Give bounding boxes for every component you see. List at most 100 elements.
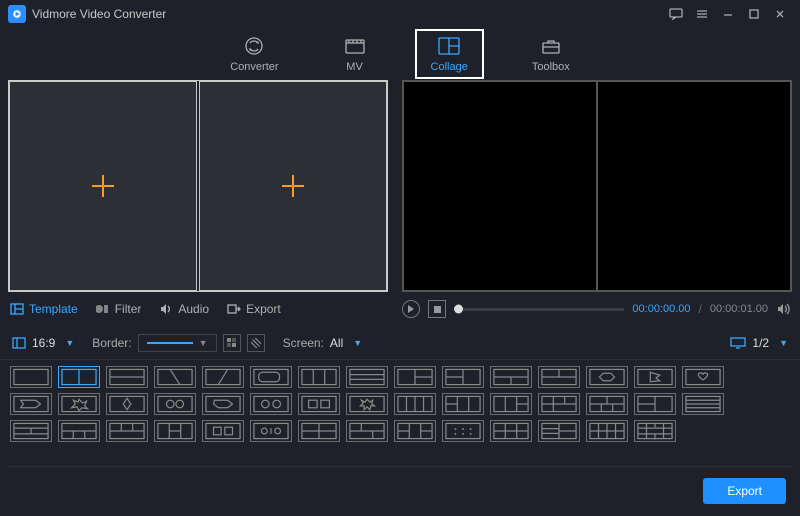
tab-converter[interactable]: Converter — [216, 31, 292, 77]
template-option[interactable] — [106, 420, 148, 442]
page-select[interactable]: 1/2 ▼ — [730, 336, 788, 350]
template-option[interactable] — [490, 366, 532, 388]
template-option[interactable] — [154, 393, 196, 415]
tab-filter[interactable]: Filter — [96, 302, 142, 316]
border-color-button[interactable] — [223, 334, 241, 352]
template-option[interactable] — [346, 420, 388, 442]
aspect-ratio-value: 16:9 — [32, 336, 55, 350]
timecode-current: 00:00:00.00 — [632, 303, 690, 315]
template-option[interactable] — [10, 420, 52, 442]
preview-canvas — [402, 80, 792, 292]
menu-icon[interactable] — [690, 4, 714, 24]
template-option[interactable] — [298, 420, 340, 442]
filter-icon — [96, 302, 110, 316]
template-option[interactable] — [250, 393, 292, 415]
mid-toolbar: Template Filter Audio Export 00:00:00.00… — [0, 296, 800, 322]
screen-value: All — [330, 336, 343, 350]
template-option[interactable] — [586, 420, 628, 442]
template-option[interactable] — [298, 393, 340, 415]
template-option[interactable] — [586, 366, 628, 388]
template-option[interactable] — [538, 420, 580, 442]
tab-template-label: Template — [29, 302, 78, 316]
template-icon — [10, 302, 24, 316]
template-option[interactable] — [394, 366, 436, 388]
chevron-down-icon: ▼ — [353, 338, 362, 348]
template-option[interactable] — [298, 366, 340, 388]
template-option[interactable] — [682, 393, 724, 415]
collage-slot-2[interactable] — [199, 81, 387, 291]
template-option[interactable] — [154, 366, 196, 388]
template-option[interactable] — [58, 393, 100, 415]
workarea — [0, 80, 800, 292]
template-option[interactable] — [346, 393, 388, 415]
template-option[interactable] — [634, 366, 676, 388]
toolbox-icon — [539, 35, 563, 57]
tab-collage[interactable]: Collage — [417, 31, 482, 77]
border-label: Border: — [92, 336, 131, 350]
app-logo-icon — [8, 5, 26, 23]
ratio-icon — [12, 336, 26, 350]
tab-template[interactable]: Template — [10, 302, 78, 316]
playback-bar: 00:00:00.00/00:00:01.00 — [402, 300, 792, 318]
template-option[interactable] — [202, 420, 244, 442]
timecode-duration: 00:00:01.00 — [710, 303, 768, 315]
template-option[interactable] — [58, 420, 100, 442]
template-option[interactable] — [490, 393, 532, 415]
stop-button[interactable] — [428, 300, 446, 318]
template-option[interactable] — [202, 393, 244, 415]
template-option[interactable] — [346, 366, 388, 388]
border-preview-line — [147, 342, 193, 344]
template-option[interactable] — [634, 420, 676, 442]
template-option[interactable] — [442, 366, 484, 388]
tab-toolbox[interactable]: Toolbox — [518, 31, 584, 77]
collage-slot-1[interactable] — [9, 81, 197, 291]
tab-converter-label: Converter — [230, 61, 278, 73]
border-style-select[interactable]: ▼ — [138, 334, 217, 352]
template-option[interactable] — [106, 393, 148, 415]
template-option[interactable] — [394, 420, 436, 442]
tab-export[interactable]: Export — [227, 302, 281, 316]
timeline-slider[interactable] — [454, 308, 624, 311]
app-title: Vidmore Video Converter — [32, 7, 166, 21]
template-option[interactable] — [538, 366, 580, 388]
screen-select[interactable]: Screen: All ▼ — [283, 336, 363, 350]
minimize-icon[interactable] — [716, 4, 740, 24]
timeline-playhead[interactable] — [454, 305, 463, 314]
maximize-icon[interactable] — [742, 4, 766, 24]
export-button[interactable]: Export — [703, 478, 786, 504]
tab-filter-label: Filter — [115, 302, 142, 316]
collage-icon — [437, 35, 461, 57]
template-option[interactable] — [58, 366, 100, 388]
tab-mv[interactable]: MV — [329, 31, 381, 77]
export-button-label: Export — [727, 484, 762, 498]
chevron-down-icon: ▼ — [199, 338, 208, 348]
template-option[interactable] — [106, 366, 148, 388]
template-option[interactable] — [442, 393, 484, 415]
tab-toolbox-label: Toolbox — [532, 61, 570, 73]
template-option[interactable] — [250, 420, 292, 442]
template-option[interactable] — [538, 393, 580, 415]
template-option[interactable] — [10, 366, 52, 388]
feedback-icon[interactable] — [664, 4, 688, 24]
template-option[interactable] — [442, 420, 484, 442]
template-option[interactable] — [202, 366, 244, 388]
template-option[interactable] — [682, 366, 724, 388]
template-option[interactable] — [154, 420, 196, 442]
template-option[interactable] — [490, 420, 532, 442]
preview-right-region — [597, 81, 791, 291]
template-option[interactable] — [586, 393, 628, 415]
close-icon[interactable] — [768, 4, 792, 24]
tab-audio[interactable]: Audio — [159, 302, 209, 316]
tab-export-label: Export — [246, 302, 281, 316]
audio-icon — [159, 302, 173, 316]
template-option[interactable] — [634, 393, 676, 415]
border-pattern-button[interactable] — [247, 334, 265, 352]
template-option[interactable] — [10, 393, 52, 415]
template-option[interactable] — [394, 393, 436, 415]
template-option[interactable] — [250, 366, 292, 388]
volume-icon[interactable] — [776, 301, 792, 317]
play-button[interactable] — [402, 300, 420, 318]
template-controls: 16:9 ▼ Border: ▼ Screen: All ▼ 1/2 ▼ — [0, 326, 800, 360]
page-value: 1/2 — [752, 336, 769, 350]
aspect-ratio-select[interactable]: 16:9 ▼ — [12, 336, 74, 350]
